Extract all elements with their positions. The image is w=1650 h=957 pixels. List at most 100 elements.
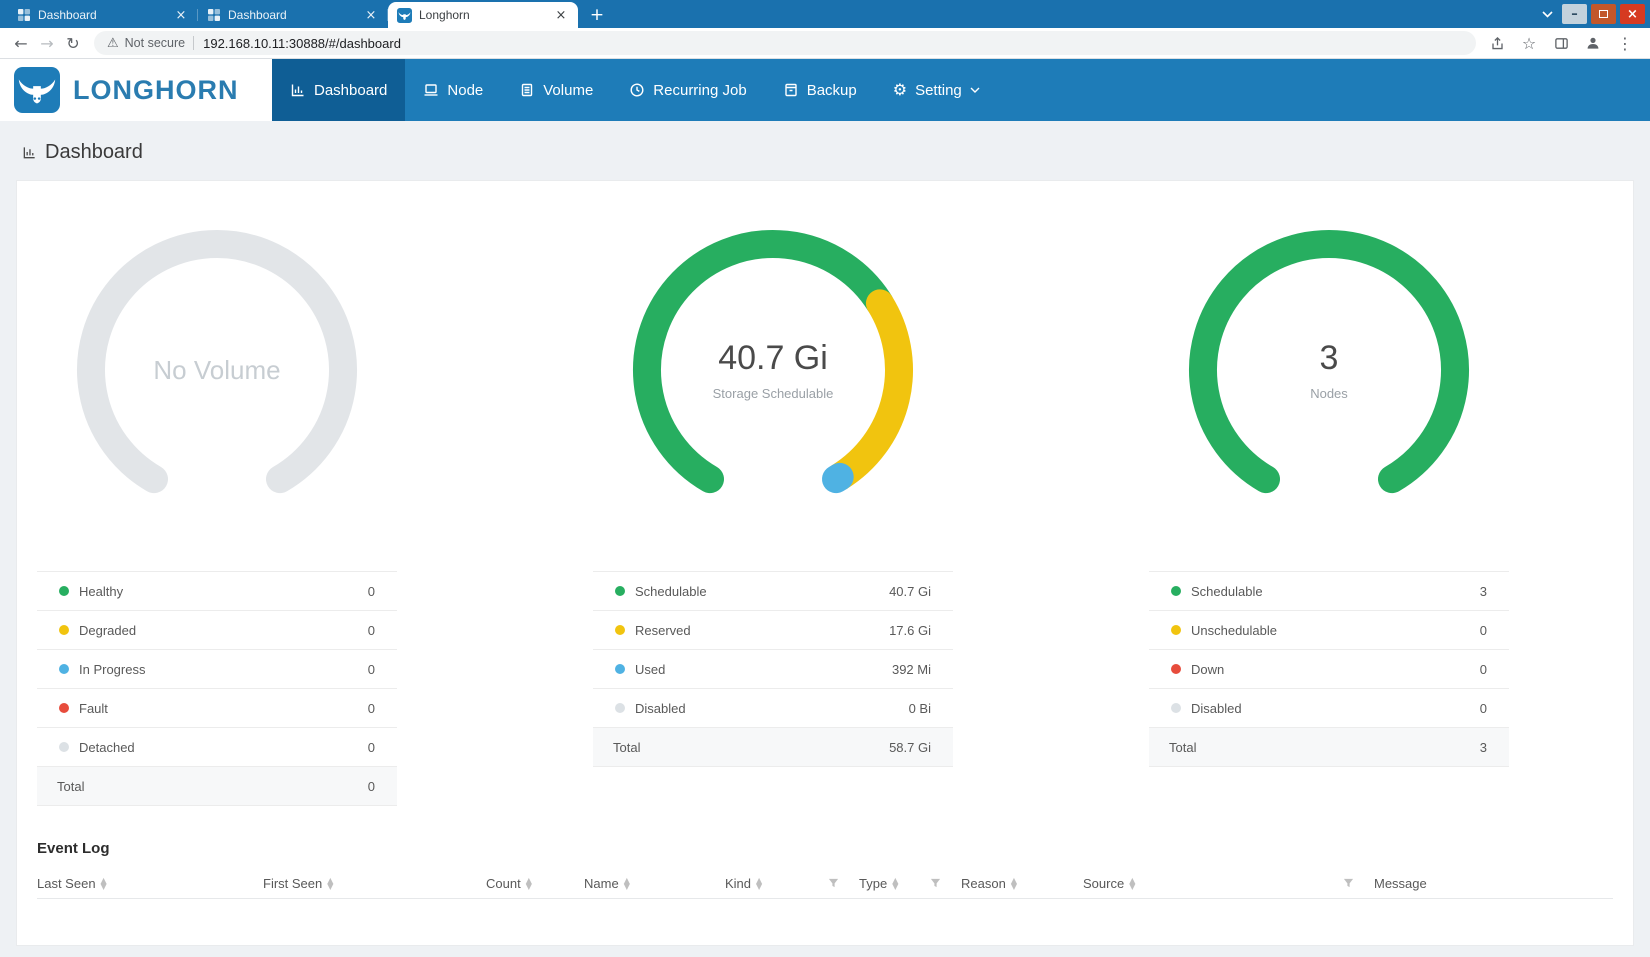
- legend-value: 0: [1480, 623, 1487, 638]
- caret-down-icon: ▼: [892, 884, 898, 890]
- tab-dashboard-2[interactable]: Dashboard ×: [198, 2, 388, 28]
- new-tab-button[interactable]: +: [584, 3, 610, 27]
- column-header-first-seen[interactable]: First Seen ▲ ▼: [263, 876, 486, 891]
- column-header-type[interactable]: Type ▲ ▼: [859, 876, 961, 891]
- legend-label: Disabled: [635, 701, 686, 716]
- nav-item-backup[interactable]: Backup: [765, 59, 875, 121]
- nav-label: Dashboard: [314, 82, 387, 99]
- page-title-chart-icon: [22, 145, 37, 160]
- sort-icon[interactable]: ▲ ▼: [624, 878, 630, 890]
- legend-dot: [615, 586, 625, 596]
- page-title: Dashboard: [45, 141, 143, 164]
- column-header-kind[interactable]: Kind ▲ ▼: [725, 876, 859, 891]
- legend-total-row: Total 0: [37, 767, 397, 806]
- column-header-name[interactable]: Name ▲ ▼: [584, 876, 725, 891]
- column-label: Name: [584, 876, 619, 891]
- longhorn-favicon: [397, 8, 412, 23]
- column-label: Last Seen: [37, 876, 96, 891]
- browser-menu-icon[interactable]: ⋮: [1612, 30, 1638, 56]
- legend-label: Schedulable: [635, 584, 707, 599]
- caret-down-icon: ▼: [756, 884, 762, 890]
- legend-value: 0: [368, 662, 375, 677]
- sort-icon[interactable]: ▲ ▼: [327, 878, 333, 890]
- dashboard-card: No Volume Healthy 0 Degraded 0 In Progre…: [16, 180, 1634, 946]
- volume-icon: [519, 82, 535, 98]
- filter-icon[interactable]: [1343, 878, 1354, 889]
- legend-row: Disabled 0 Bi: [593, 689, 953, 728]
- legend-value: 0: [1480, 701, 1487, 716]
- url-omnibox[interactable]: ⚠ Not secure 192.168.10.11:30888/#/dashb…: [94, 31, 1476, 55]
- bookmark-star-icon[interactable]: ☆: [1516, 30, 1542, 56]
- caret-down-icon: ▼: [624, 884, 630, 890]
- nav-item-dashboard[interactable]: Dashboard: [272, 59, 405, 121]
- nav-item-setting[interactable]: ⚙ Setting: [875, 59, 998, 121]
- not-secure-warning-icon: ⚠: [107, 36, 119, 51]
- legend-dot: [1171, 586, 1181, 596]
- event-log-section: Event Log Last Seen ▲ ▼ First Seen ▲ ▼ C…: [37, 840, 1613, 921]
- column-header-source[interactable]: Source ▲ ▼: [1083, 876, 1374, 891]
- storage-donut-chart: [618, 215, 928, 525]
- sort-icon[interactable]: ▲ ▼: [756, 878, 762, 890]
- legend-value: 0: [368, 623, 375, 638]
- total-label: Total: [613, 740, 640, 755]
- profile-avatar-icon[interactable]: [1580, 30, 1606, 56]
- legend-total-row: Total 58.7 Gi: [593, 728, 953, 767]
- tab-dashboard-1[interactable]: Dashboard ×: [8, 2, 198, 28]
- sort-icon[interactable]: ▲ ▼: [892, 878, 898, 890]
- legend-row: Degraded 0: [37, 611, 397, 650]
- back-button[interactable]: ←: [8, 30, 34, 56]
- window-maximize-button[interactable]: [1591, 4, 1616, 24]
- nav-item-volume[interactable]: Volume: [501, 59, 611, 121]
- filter-icon[interactable]: [930, 878, 941, 889]
- longhorn-logo[interactable]: LONGHORN: [0, 59, 272, 121]
- omnibox-divider: [193, 36, 194, 50]
- legend-dot: [59, 664, 69, 674]
- column-label: Message: [1374, 876, 1427, 891]
- browser-tab-strip: Dashboard × Dashboard × Longhorn × + – ×: [0, 0, 1650, 28]
- window-minimize-button[interactable]: –: [1562, 4, 1587, 24]
- sort-icon[interactable]: ▲ ▼: [526, 878, 532, 890]
- side-panel-icon[interactable]: [1548, 30, 1574, 56]
- legend-row: Disabled 0: [1149, 689, 1509, 728]
- legend-row: Down 0: [1149, 650, 1509, 689]
- sort-icon[interactable]: ▲ ▼: [1129, 878, 1135, 890]
- backup-icon: [783, 82, 799, 98]
- nav-item-node[interactable]: Node: [405, 59, 501, 121]
- column-header-reason[interactable]: Reason ▲ ▼: [961, 876, 1083, 891]
- sort-icon[interactable]: ▲ ▼: [101, 878, 107, 890]
- brand-name: LONGHORN: [73, 75, 239, 106]
- column-header-message[interactable]: Message: [1374, 876, 1613, 891]
- tab-close-icon[interactable]: ×: [553, 7, 569, 23]
- tab-title: Longhorn: [419, 8, 546, 22]
- tab-search-chevron-icon[interactable]: [1536, 3, 1558, 25]
- reload-button[interactable]: ↻: [60, 30, 86, 56]
- filter-icon[interactable]: [828, 878, 839, 889]
- caret-down-icon: ▼: [327, 884, 333, 890]
- main-nav: Dashboard Node Volume Recurring Job Back…: [272, 59, 998, 121]
- legend-row: Schedulable 3: [1149, 572, 1509, 611]
- share-icon[interactable]: [1484, 30, 1510, 56]
- legend-label: Disabled: [1191, 701, 1242, 716]
- column-header-count[interactable]: Count ▲ ▼: [486, 876, 584, 891]
- nav-label: Backup: [807, 82, 857, 99]
- tab-close-icon[interactable]: ×: [173, 7, 189, 23]
- security-label[interactable]: Not secure: [125, 36, 185, 50]
- clock-icon: [629, 82, 645, 98]
- legend-row: Reserved 17.6 Gi: [593, 611, 953, 650]
- tab-favicon: [17, 8, 31, 22]
- sort-icon[interactable]: ▲ ▼: [1011, 878, 1017, 890]
- caret-down-icon: ▼: [1129, 884, 1135, 890]
- column-header-last-seen[interactable]: Last Seen ▲ ▼: [37, 876, 263, 891]
- legend-value: 3: [1480, 584, 1487, 599]
- event-log-title: Event Log: [37, 840, 1613, 857]
- tab-close-icon[interactable]: ×: [363, 7, 379, 23]
- app-header: LONGHORN Dashboard Node Volume Recurring…: [0, 59, 1650, 121]
- column-label: Count: [486, 876, 521, 891]
- legend-row: In Progress 0: [37, 650, 397, 689]
- window-close-button[interactable]: ×: [1620, 4, 1645, 24]
- tab-longhorn[interactable]: Longhorn ×: [388, 2, 578, 28]
- nav-item-recurring-job[interactable]: Recurring Job: [611, 59, 764, 121]
- legend-dot: [1171, 625, 1181, 635]
- forward-button[interactable]: →: [34, 30, 60, 56]
- legend-dot: [59, 742, 69, 752]
